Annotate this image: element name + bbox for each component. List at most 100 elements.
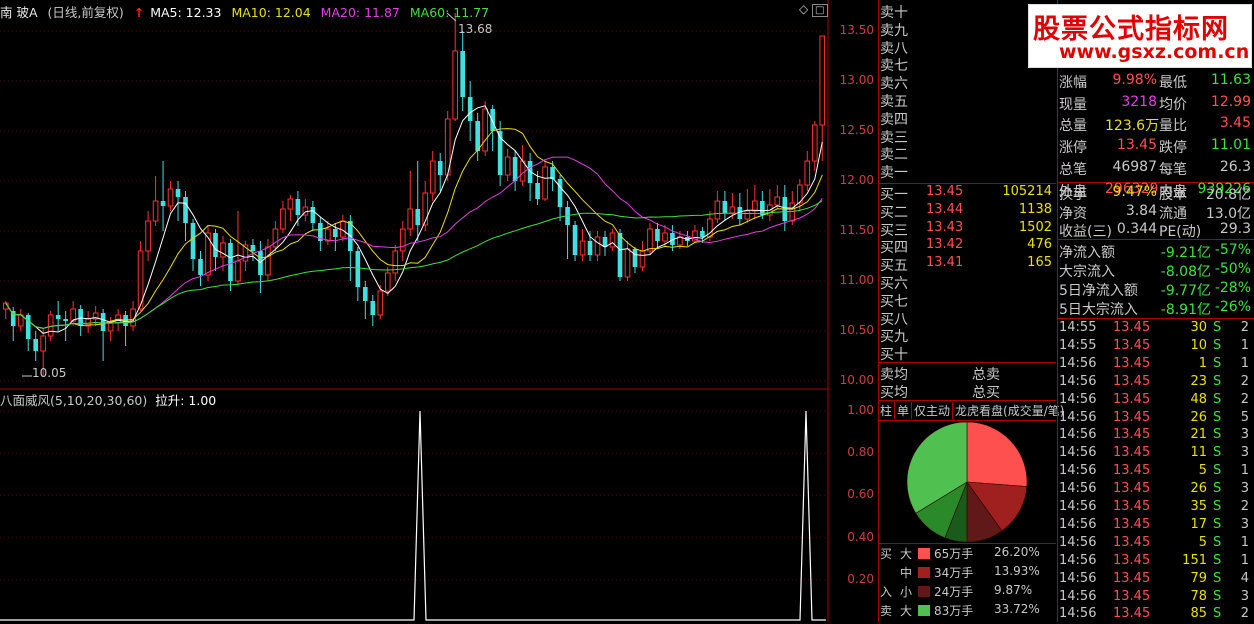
tick-row: 14:56 13.45 48 S 2: [1059, 392, 1253, 410]
order-size-pie-chart: [906, 421, 1028, 543]
tab-single[interactable]: 单: [895, 402, 913, 419]
tick-price: 13.45: [1113, 606, 1151, 622]
quote-key: 收益(三): [1059, 224, 1112, 241]
tick-side: S: [1213, 499, 1222, 514]
buy-level-row[interactable]: 买十: [880, 344, 1056, 363]
stock-name[interactable]: 南 玻A: [0, 5, 38, 20]
tab-bar[interactable]: 柱: [878, 402, 896, 419]
ma5-line: [5, 105, 823, 334]
fund-flow-percent: -28%: [1214, 280, 1251, 296]
sell-level-row[interactable]: 卖四: [880, 109, 1056, 128]
tick-row: 14:56 13.45 21 S 3: [1059, 427, 1253, 445]
buy-level-row[interactable]: 买一 13.45 105214: [880, 184, 1056, 203]
tick-row: 14:56 13.45 11 S 3: [1059, 445, 1253, 463]
buy-level-row[interactable]: 买四 13.42 476: [880, 237, 1056, 256]
tick-side: S: [1213, 481, 1222, 497]
tick-side: S: [1213, 463, 1222, 479]
legend-volume: 83万手: [934, 604, 974, 618]
buy-level-volume: 476: [1027, 237, 1052, 253]
tick-side: S: [1213, 427, 1222, 443]
legend-swatch: [918, 586, 930, 597]
legend-volume: 24万手: [934, 585, 974, 599]
tick-side: S: [1213, 588, 1222, 604]
tick-price: 13.45: [1113, 373, 1151, 389]
candle-body: [407, 208, 414, 230]
buy-level-row[interactable]: 买三 13.43 1502: [880, 219, 1056, 239]
tick-volume: 5: [1198, 463, 1207, 479]
buy-level-volume: 1502: [1018, 219, 1052, 235]
tick-count: 2: [1240, 606, 1249, 622]
quote-row: 涨幅 9.98% 最低 11.63: [1059, 72, 1253, 94]
tick-count: 3: [1240, 427, 1249, 443]
buy-level-row[interactable]: 买六: [880, 273, 1056, 292]
candle-body: [639, 250, 646, 268]
top-right-icons[interactable]: ◇ □: [799, 2, 828, 17]
indicator-title[interactable]: 八面威风(5,10,20,30,60): [0, 393, 147, 408]
buy-level-row[interactable]: 买二 13.44 1138: [880, 202, 1056, 221]
candle-body: [587, 241, 593, 255]
candle-body: [33, 339, 39, 351]
candle-body: [437, 161, 443, 175]
quote-key: 净资: [1059, 205, 1087, 222]
tick-time: 14:56: [1059, 499, 1097, 514]
fund-flow-key: 净流入额: [1059, 245, 1115, 261]
tick-row: 14:56 13.45 151 S 1: [1059, 553, 1253, 571]
tick-row: 14:56 13.45 78 S 3: [1059, 589, 1253, 607]
tick-price: 13.45: [1113, 534, 1151, 550]
candle-body: [700, 231, 705, 237]
fund-flow-value: -8.08亿: [1160, 264, 1211, 280]
tick-volume: 5: [1198, 534, 1207, 550]
ma10-label: MA10: 12.04: [231, 5, 311, 20]
tab-active-only[interactable]: 仅主动: [912, 402, 954, 419]
quote-key: 量比: [1159, 118, 1187, 135]
legend-swatch: [918, 548, 930, 559]
candle-body: [609, 232, 616, 248]
tab-dragon-tiger[interactable]: 龙虎看盘(成交量/笔): [953, 402, 1066, 419]
fund-flow-key: 大宗流入: [1059, 264, 1115, 280]
fund-flow-percent: -26%: [1214, 299, 1251, 315]
quote-value: 9.47%: [1112, 184, 1157, 200]
sell-level-row[interactable]: 卖二: [880, 144, 1056, 163]
quote-row: 现量 3218 均价 12.99: [1059, 94, 1253, 116]
buy-level-row[interactable]: 买八: [880, 309, 1056, 328]
legend-size: 大: [900, 547, 913, 561]
quote-value: 26.3: [1219, 159, 1251, 175]
sell-level-row[interactable]: 卖一: [880, 162, 1056, 181]
tick-price: 13.45: [1113, 391, 1151, 407]
quote-value: 3218: [1121, 93, 1157, 110]
buy-level-row[interactable]: 买九: [880, 326, 1056, 345]
tick-price: 13.45: [1113, 355, 1151, 371]
buy-level-row[interactable]: 买七: [880, 291, 1056, 310]
sell-level-row[interactable]: 卖六: [880, 73, 1056, 92]
tick-time: 14:56: [1059, 373, 1097, 389]
tick-time: 14:56: [1059, 552, 1097, 568]
tick-count: 5: [1240, 409, 1249, 425]
period-label[interactable]: (日线,前复权): [48, 5, 124, 20]
chart-area[interactable]: 南 玻A (日线,前复权) ↑ MA5: 12.33 MA10: 12.04 M…: [0, 0, 876, 622]
sell-level-row[interactable]: 卖五: [880, 91, 1056, 110]
sell-level-row[interactable]: 卖三: [880, 127, 1056, 146]
kline-chart[interactable]: [0, 0, 878, 622]
tick-price: 13.45: [1113, 445, 1151, 461]
candle-body: [198, 259, 203, 275]
candle-body: [325, 228, 331, 242]
legend-percent: 13.93%: [994, 564, 1040, 578]
legend-swatch: [918, 605, 930, 616]
buy-level-row[interactable]: 买五 13.41 165: [880, 255, 1056, 274]
tick-time: 14:56: [1059, 355, 1097, 371]
candle-body: [152, 200, 159, 222]
candle-body: [677, 236, 683, 246]
tick-row: 14:55 13.45 30 S 2: [1059, 320, 1253, 338]
pie-legend-row: 卖大 83万手 33.72%: [880, 602, 1056, 622]
tick-count: 1: [1240, 552, 1249, 568]
candle-body: [647, 228, 653, 252]
legend-volume: 34万手: [934, 566, 974, 580]
candle-body: [55, 315, 61, 319]
tick-row: 14:56 13.45 35 S 2: [1059, 499, 1253, 517]
legend-size: 大: [900, 604, 913, 618]
total-sell-label: 总卖: [972, 367, 1000, 383]
quote-value: 11.63: [1210, 71, 1251, 88]
tick-side: S: [1213, 570, 1222, 586]
tick-count: 4: [1240, 570, 1249, 586]
fund-flow-key: 5日净流入额: [1059, 283, 1138, 299]
